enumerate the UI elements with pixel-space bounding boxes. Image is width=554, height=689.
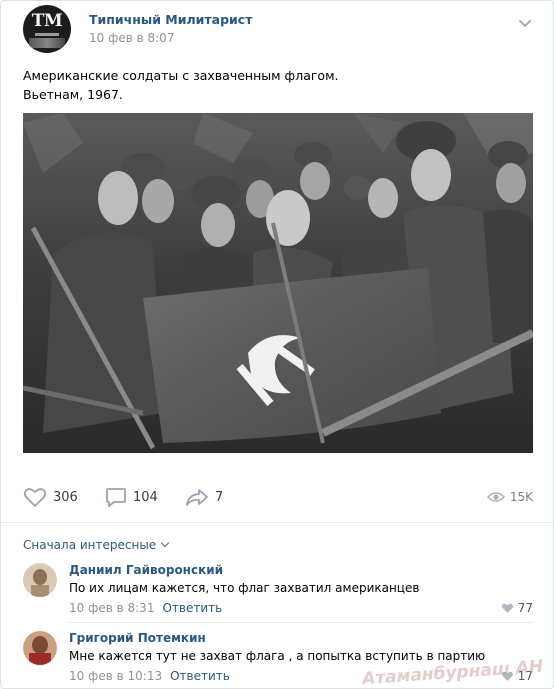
comment-author[interactable]: Григорий Потемкин [69, 631, 206, 645]
like-button[interactable]: 306 [23, 485, 78, 509]
comment-sort-dropdown[interactable]: Сначала интересные [23, 538, 170, 552]
comment-like-count: 77 [517, 601, 533, 615]
comment-text: По их лицам кажется, что флаг захватил а… [69, 581, 420, 595]
view-count: 15K [509, 490, 533, 504]
comment-text: Мне кажется тут не захват флага , а попы… [69, 649, 486, 663]
comment-divider [69, 622, 533, 623]
share-button[interactable]: 7 [185, 485, 223, 509]
chevron-down-icon [160, 542, 170, 548]
chevron-down-icon[interactable] [517, 15, 533, 31]
views-counter: 15K [486, 485, 533, 509]
post-actions: 306 104 7 15K [23, 485, 535, 511]
comment-meta: 10 фев в 8:31 Ответить [69, 601, 222, 615]
author-name[interactable]: Типичный Милитарист [89, 12, 252, 27]
comment-author[interactable]: Даниил Гайворонский [69, 563, 223, 577]
post-text: Американские солдаты с захваченным флаго… [23, 66, 523, 104]
avatar[interactable] [23, 631, 57, 665]
community-avatar[interactable]: TM [23, 5, 71, 53]
comment-time[interactable]: 10 фев в 10:13 [69, 669, 162, 683]
share-icon [186, 489, 208, 506]
logo-bar [35, 33, 59, 36]
heart-icon [23, 488, 47, 507]
eye-icon [486, 492, 505, 502]
comment-button[interactable]: 104 [105, 485, 158, 509]
share-count: 7 [215, 489, 224, 505]
reply-link[interactable]: Ответить [170, 669, 230, 683]
photo-image [23, 113, 533, 453]
comment-count: 104 [133, 489, 158, 505]
comment-like-button[interactable]: 77 [501, 601, 533, 615]
section-divider [1, 522, 553, 523]
comment-time[interactable]: 10 фев в 8:31 [69, 601, 154, 615]
sort-label: Сначала интересные [23, 538, 157, 552]
reply-link[interactable]: Ответить [162, 601, 222, 615]
tm-logo-icon: TM [31, 11, 63, 31]
comment-meta: 10 фев в 10:13 Ответить [69, 669, 230, 683]
post-card: TM Типичный Милитарист 10 фев в 8:07 Аме… [0, 0, 554, 689]
comment-icon [106, 488, 126, 507]
post-text-line-1: Американские солдаты с захваченным флаго… [23, 68, 339, 83]
avatar[interactable] [23, 563, 57, 597]
post-header: TM Типичный Милитарист 10 фев в 8:07 [23, 5, 535, 53]
heart-icon [501, 603, 513, 613]
logo-photo-strip [29, 38, 65, 48]
post-text-line-2: Вьетнам, 1967. [23, 87, 123, 102]
post-photo[interactable] [23, 113, 533, 453]
post-time[interactable]: 10 фев в 8:07 [89, 31, 174, 45]
like-count: 306 [53, 489, 78, 505]
